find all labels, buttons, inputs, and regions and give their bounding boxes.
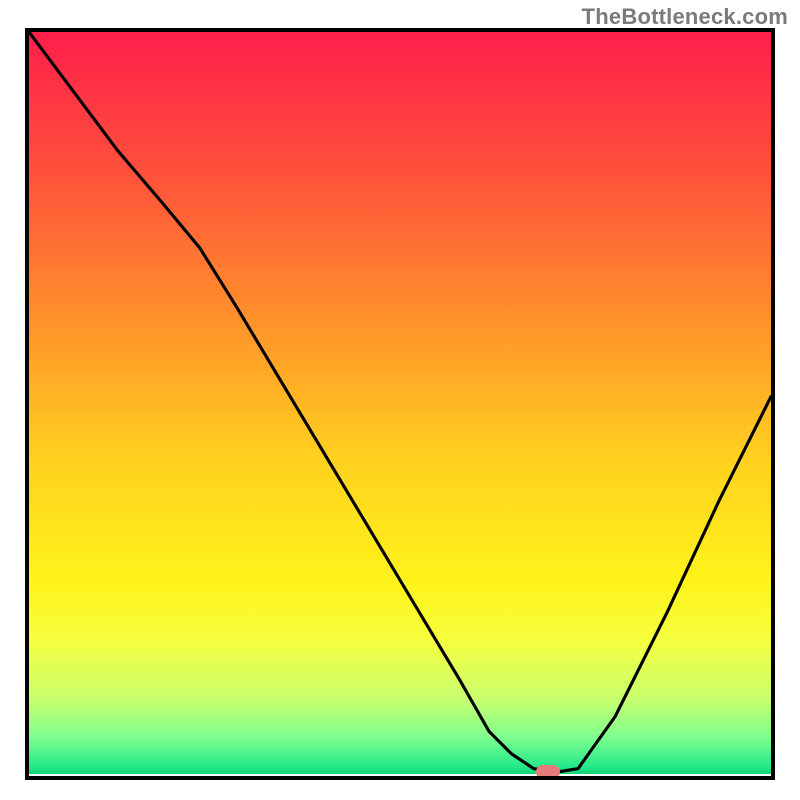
- watermark-text: TheBottleneck.com: [582, 4, 788, 30]
- chart-container: TheBottleneck.com: [0, 0, 800, 800]
- bottleneck-curve: [29, 32, 771, 776]
- plot-area: [25, 28, 775, 780]
- optimal-marker: [536, 765, 560, 779]
